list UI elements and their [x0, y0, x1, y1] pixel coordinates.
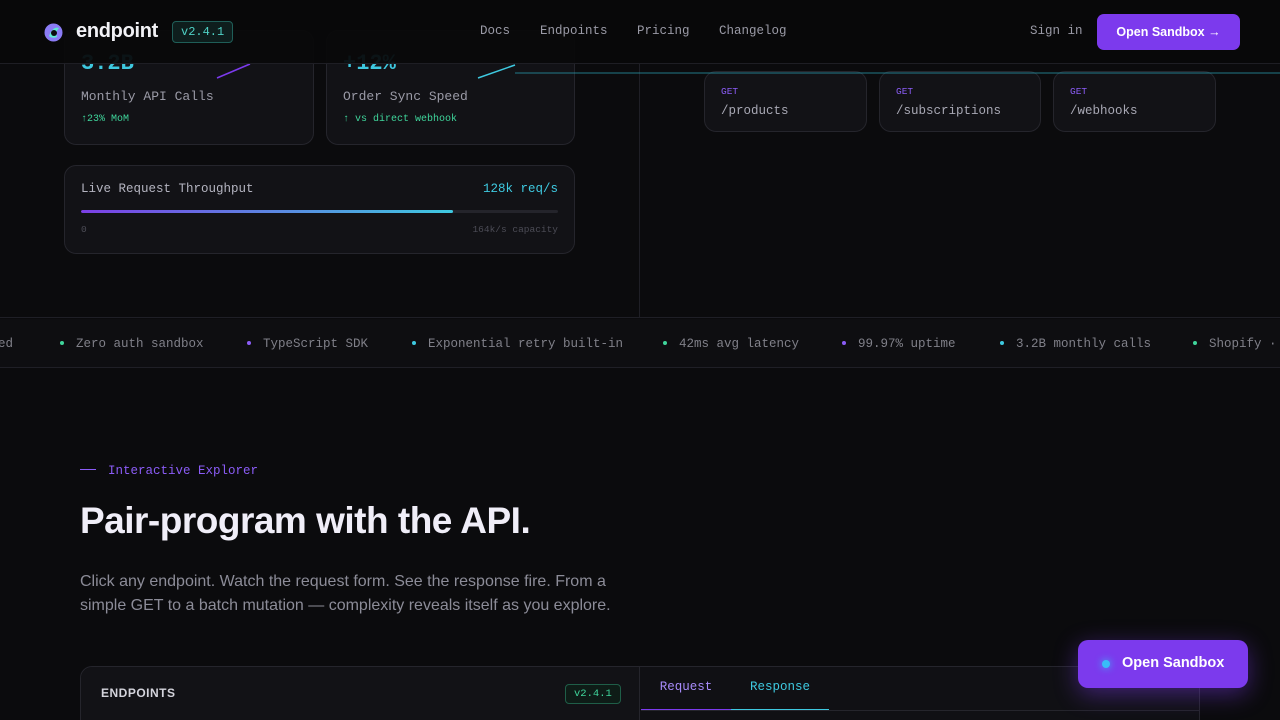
hero-divider: [639, 64, 640, 318]
endpoint-method: GET: [896, 86, 914, 97]
ticker-dot-icon: [663, 340, 667, 345]
tab-response[interactable]: Response: [731, 667, 829, 711]
ticker-item: 3.2B monthly calls: [1000, 337, 1151, 351]
section-lede: Click any endpoint. Watch the request fo…: [80, 573, 611, 614]
ticker-item: Exponential retry built-in: [412, 337, 623, 351]
endpoint-card-subscriptions[interactable]: GET /subscriptions: [879, 71, 1041, 132]
ticker-dot-icon: [842, 340, 846, 345]
page: 3.2B Monthly API Calls ↑23% MoM +12% Ord…: [0, 0, 1280, 720]
endpoint-path: /subscriptions: [896, 104, 1002, 118]
logo-icon[interactable]: [43, 22, 64, 43]
throughput-bar-fill: [81, 210, 454, 213]
stat-label: Order Sync Speed: [343, 89, 468, 104]
throughput-min: 0: [81, 224, 87, 235]
sign-in-link[interactable]: Sign in: [1030, 24, 1083, 38]
throughput-bar: [81, 210, 558, 213]
floating-cta-label: Open Sandbox: [1122, 655, 1225, 671]
ticker-item: 99.97% uptime: [842, 337, 956, 351]
stat-trend: ↑23% MoM: [81, 114, 130, 125]
throughput-rate: 128k req/s: [482, 182, 558, 196]
tab-divider: [641, 710, 1200, 711]
panel-version-badge: v2.4.1: [565, 684, 621, 704]
throughput-card: Live Request Throughput 128k req/s 0 164…: [64, 165, 575, 254]
nav-changelog[interactable]: Changelog: [719, 24, 787, 38]
brand-name[interactable]: endpoint: [76, 20, 158, 43]
endpoints-sidebar: ENDPOINTS v2.4.1: [81, 667, 640, 720]
version-badge: v2.4.1: [172, 21, 234, 43]
ticker-item: 42ms avg latency: [663, 337, 799, 351]
section-eyebrow: Interactive Explorer: [80, 464, 258, 478]
ticker-item: Zero auth sandbox: [60, 337, 204, 351]
throughput-title: Live Request Throughput: [81, 182, 254, 196]
throughput-capacity: 164k/s capacity: [472, 224, 558, 235]
ticker-dot-icon: [1000, 340, 1004, 345]
ticker-dot-icon: [1193, 340, 1197, 345]
eyebrow-line: [80, 469, 96, 471]
endpoint-method: GET: [1070, 86, 1088, 97]
ticker-dot-icon: [412, 340, 416, 345]
open-sandbox-button[interactable]: Open Sandbox →: [1097, 14, 1240, 50]
nav-pricing[interactable]: Pricing: [637, 24, 690, 38]
ticker-item: Shopify ·: [1193, 337, 1277, 351]
stat-label: Monthly API Calls: [81, 89, 214, 104]
ticker-item: ed: [0, 337, 14, 351]
endpoint-card-webhooks[interactable]: GET /webhooks: [1053, 71, 1216, 132]
endpoint-method: GET: [721, 86, 739, 97]
section-headline: Pair-program with the API.: [80, 500, 531, 541]
endpoint-path: /products: [721, 104, 789, 118]
live-dot-icon: [1102, 660, 1110, 668]
feature-ticker: ed Zero auth sandbox TypeScript SDK Expo…: [0, 319, 1280, 368]
nav-docs[interactable]: Docs: [480, 24, 510, 38]
ticker-item: TypeScript SDK: [247, 337, 368, 351]
nav-endpoints[interactable]: Endpoints: [540, 24, 608, 38]
floating-open-sandbox-button[interactable]: Open Sandbox: [1078, 640, 1248, 688]
endpoint-path: /webhooks: [1070, 104, 1138, 118]
top-nav: endpoint v2.4.1 Docs Endpoints Pricing C…: [0, 0, 1280, 64]
endpoints-title: ENDPOINTS: [101, 686, 176, 700]
endpoint-card-products[interactable]: GET /products: [704, 71, 867, 132]
ticker-dot-icon: [247, 340, 251, 345]
tab-request[interactable]: Request: [641, 667, 731, 711]
ticker-dot-icon: [60, 340, 64, 345]
stat-trend: ↑ vs direct webhook: [343, 114, 458, 125]
explorer-panel: ENDPOINTS v2.4.1 Request Response 200 OK: [80, 666, 1200, 720]
